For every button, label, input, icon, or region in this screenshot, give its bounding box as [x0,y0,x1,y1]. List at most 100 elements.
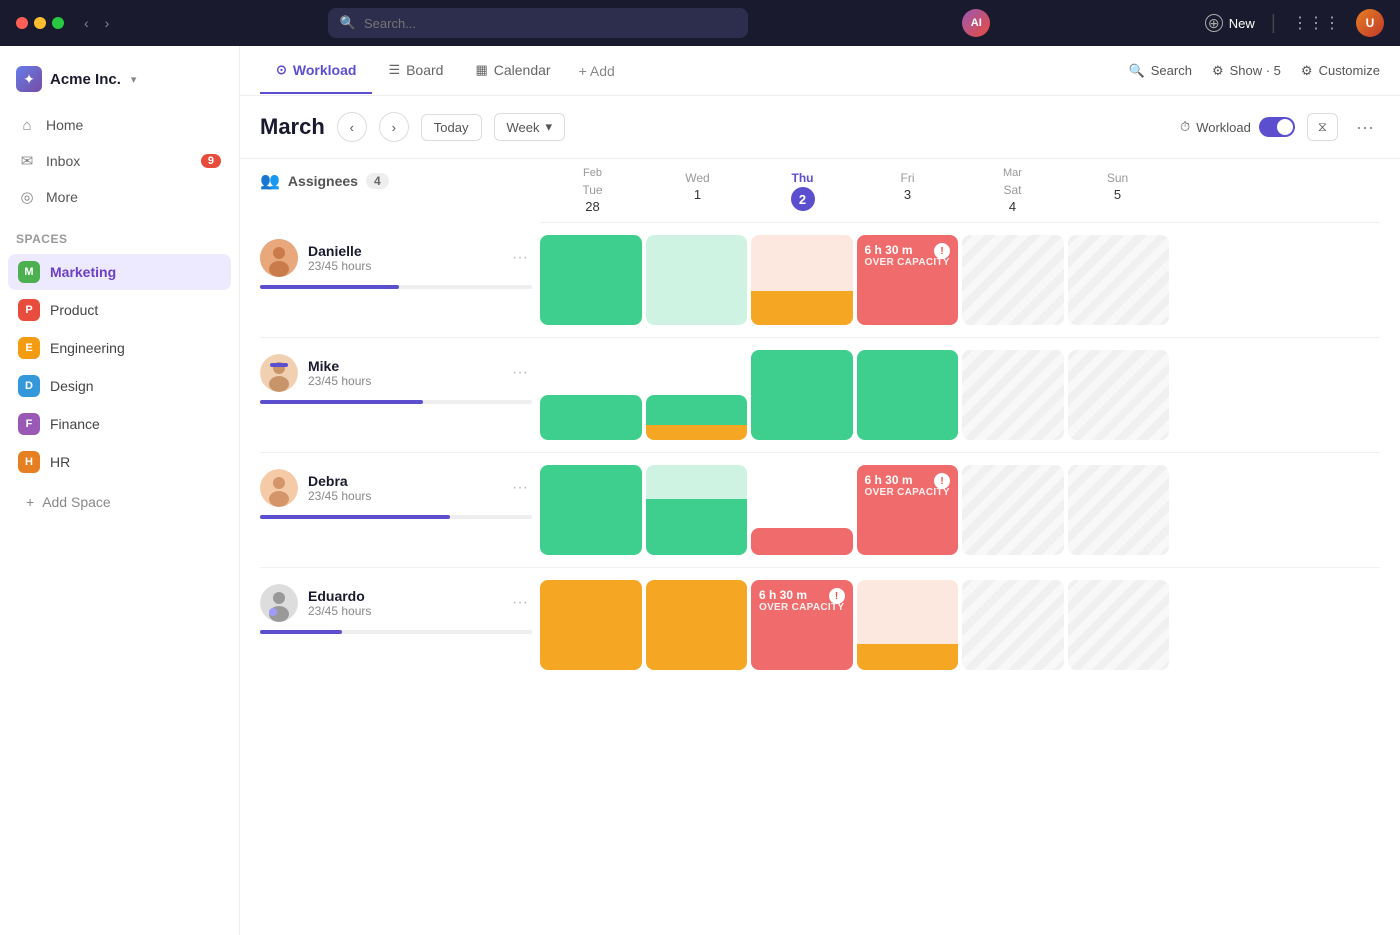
search-action-button[interactable]: 🔍 Search [1129,63,1192,79]
product-label: Product [50,302,98,318]
person-more-mike[interactable]: ··· [508,360,532,386]
progress-fill-mike [260,400,423,404]
month-empty3 [855,159,960,167]
back-arrow[interactable]: ‹ [80,13,93,33]
add-space-button[interactable]: + Add Space [8,486,231,518]
cell-eduardo-fri-top [857,580,959,644]
person-hours-mike: 23/45 hours [308,374,498,388]
brand-name: Acme Inc. [50,71,121,88]
person-inner-debra: Debra 23/45 hours ··· [260,469,532,507]
topbar-right: ⊕ New | ⋮⋮⋮ U [1205,9,1384,37]
cells-debra: 6 h 30 m OVER CAPACITY ! [540,453,1380,567]
next-month-button[interactable]: › [379,112,409,142]
ai-button[interactable]: AI [962,9,990,37]
plus-icon: + [26,494,34,510]
brand-star-icon: ✦ [23,71,35,88]
week-selector[interactable]: Week ▾ [494,113,566,141]
cell-debra-thu-red [751,528,853,555]
toggle-knob [1277,119,1293,135]
tab-calendar[interactable]: ▦ Calendar [459,48,566,94]
sidebar-item-hr[interactable]: H HR [8,444,231,480]
progress-bar-eduardo [260,630,532,634]
capacity-text-debra: OVER CAPACITY [865,487,951,498]
cell-mike-sat [962,350,1064,440]
person-details-debra: Debra 23/45 hours [308,473,498,503]
date-col-thu2: Thu 2 [750,159,855,222]
board-tab-label: Board [406,62,443,78]
more-options-button[interactable]: ··· [1350,113,1380,142]
show-filter-button[interactable]: ⚙ Show · 5 [1212,63,1281,79]
forward-arrow[interactable]: › [101,13,114,33]
month-mar: Mar [960,159,1065,179]
user-avatar[interactable]: U [1356,9,1384,37]
today-button[interactable]: Today [421,114,482,141]
date-col-sat4: Mar Sat 4 [960,159,1065,222]
person-more-eduardo[interactable]: ··· [508,590,532,616]
person-more-debra[interactable]: ··· [508,475,532,501]
sidebar-item-product[interactable]: P Product [8,292,231,328]
day-name-tue: Tue [540,179,645,199]
avatar-img-danielle [260,239,298,277]
sidebar-item-marketing[interactable]: M Marketing [8,254,231,290]
progress-fill-danielle [260,285,399,289]
prev-month-button[interactable]: ‹ [337,112,367,142]
date-columns-header: Feb Tue 28 Wed 1 Thu [540,159,1380,223]
grid-body: Danielle 23/45 hours ··· [260,223,1380,682]
filter-button[interactable]: ⧖ [1307,113,1338,141]
sidebar-item-inbox[interactable]: ✉ Inbox 9 [8,144,231,178]
design-badge: D [18,375,40,397]
cell-debra-sat [962,465,1064,555]
hr-badge: H [18,451,40,473]
tab-right-actions: 🔍 Search ⚙ Show · 5 ⚙ Customize [1129,63,1380,79]
sidebar-item-finance[interactable]: F Finance [8,406,231,442]
search-action-label: Search [1151,63,1192,78]
month-empty5 [1065,159,1170,167]
search-action-icon: 🔍 [1129,63,1145,79]
capacity-text-danielle: OVER CAPACITY [865,257,951,268]
add-view-button[interactable]: + Add [567,49,627,93]
chevron-down-icon: ▾ [131,73,137,86]
person-info-debra: Debra 23/45 hours ··· [260,453,540,567]
tab-workload[interactable]: ⊙ Workload [260,48,372,94]
person-more-danielle[interactable]: ··· [508,245,532,271]
workload-clock-icon: ⏱ [1180,119,1190,135]
marketing-label: Marketing [50,264,116,280]
view-tabs: ⊙ Workload ☰ Board ▦ Calendar + Add 🔍 Se… [240,46,1400,96]
date-col-feb28: Feb Tue 28 [540,159,645,222]
chevron-down-icon: ▾ [546,119,553,135]
day-name-sun: Sun [1065,167,1170,187]
new-button[interactable]: ⊕ New [1205,14,1255,32]
global-search-bar[interactable]: 🔍 [328,8,748,38]
customize-button[interactable]: ⚙ Customize [1301,63,1380,79]
workload-tab-icon: ⊙ [276,62,287,78]
workload-label-button[interactable]: ⏱ Workload [1180,119,1251,135]
cell-debra-thu [751,465,853,555]
sidebar-item-more[interactable]: ◎ More [8,180,231,214]
sidebar-item-home[interactable]: ⌂ Home [8,108,231,142]
day-num-3: 3 [855,187,960,210]
maximize-dot[interactable] [52,17,64,29]
person-name-debra: Debra [308,473,498,489]
close-dot[interactable] [16,17,28,29]
workload-toggle-switch[interactable] [1259,117,1295,137]
grid-icon[interactable]: ⋮⋮⋮ [1292,13,1340,33]
cell-debra-sun [1068,465,1170,555]
tab-board[interactable]: ☰ Board [372,48,459,94]
workload-toggle: ⏱ Workload [1180,117,1295,137]
engineering-label: Engineering [50,340,125,356]
show-label: Show · 5 [1230,63,1281,78]
topbar: ‹ › 🔍 AI ⊕ New | ⋮⋮⋮ U [0,0,1400,46]
sidebar-item-engineering[interactable]: E Engineering [8,330,231,366]
minimize-dot[interactable] [34,17,46,29]
person-inner-mike: Mike 23/45 hours ··· [260,354,532,392]
date-col-empty7 [1275,159,1380,222]
global-search-input[interactable] [364,16,736,31]
cell-mike-wed-split [646,395,748,440]
cell-debra-tue [540,465,642,555]
cell-eduardo-sun [1068,580,1170,670]
sidebar-item-design[interactable]: D Design [8,368,231,404]
brand[interactable]: ✦ Acme Inc. ▾ [0,58,239,108]
assignees-label: Assignees [288,173,358,189]
date-header-row: 👥 Assignees 4 Feb Tue 28 Wed [260,159,1380,223]
topbar-divider: | [1271,12,1276,35]
